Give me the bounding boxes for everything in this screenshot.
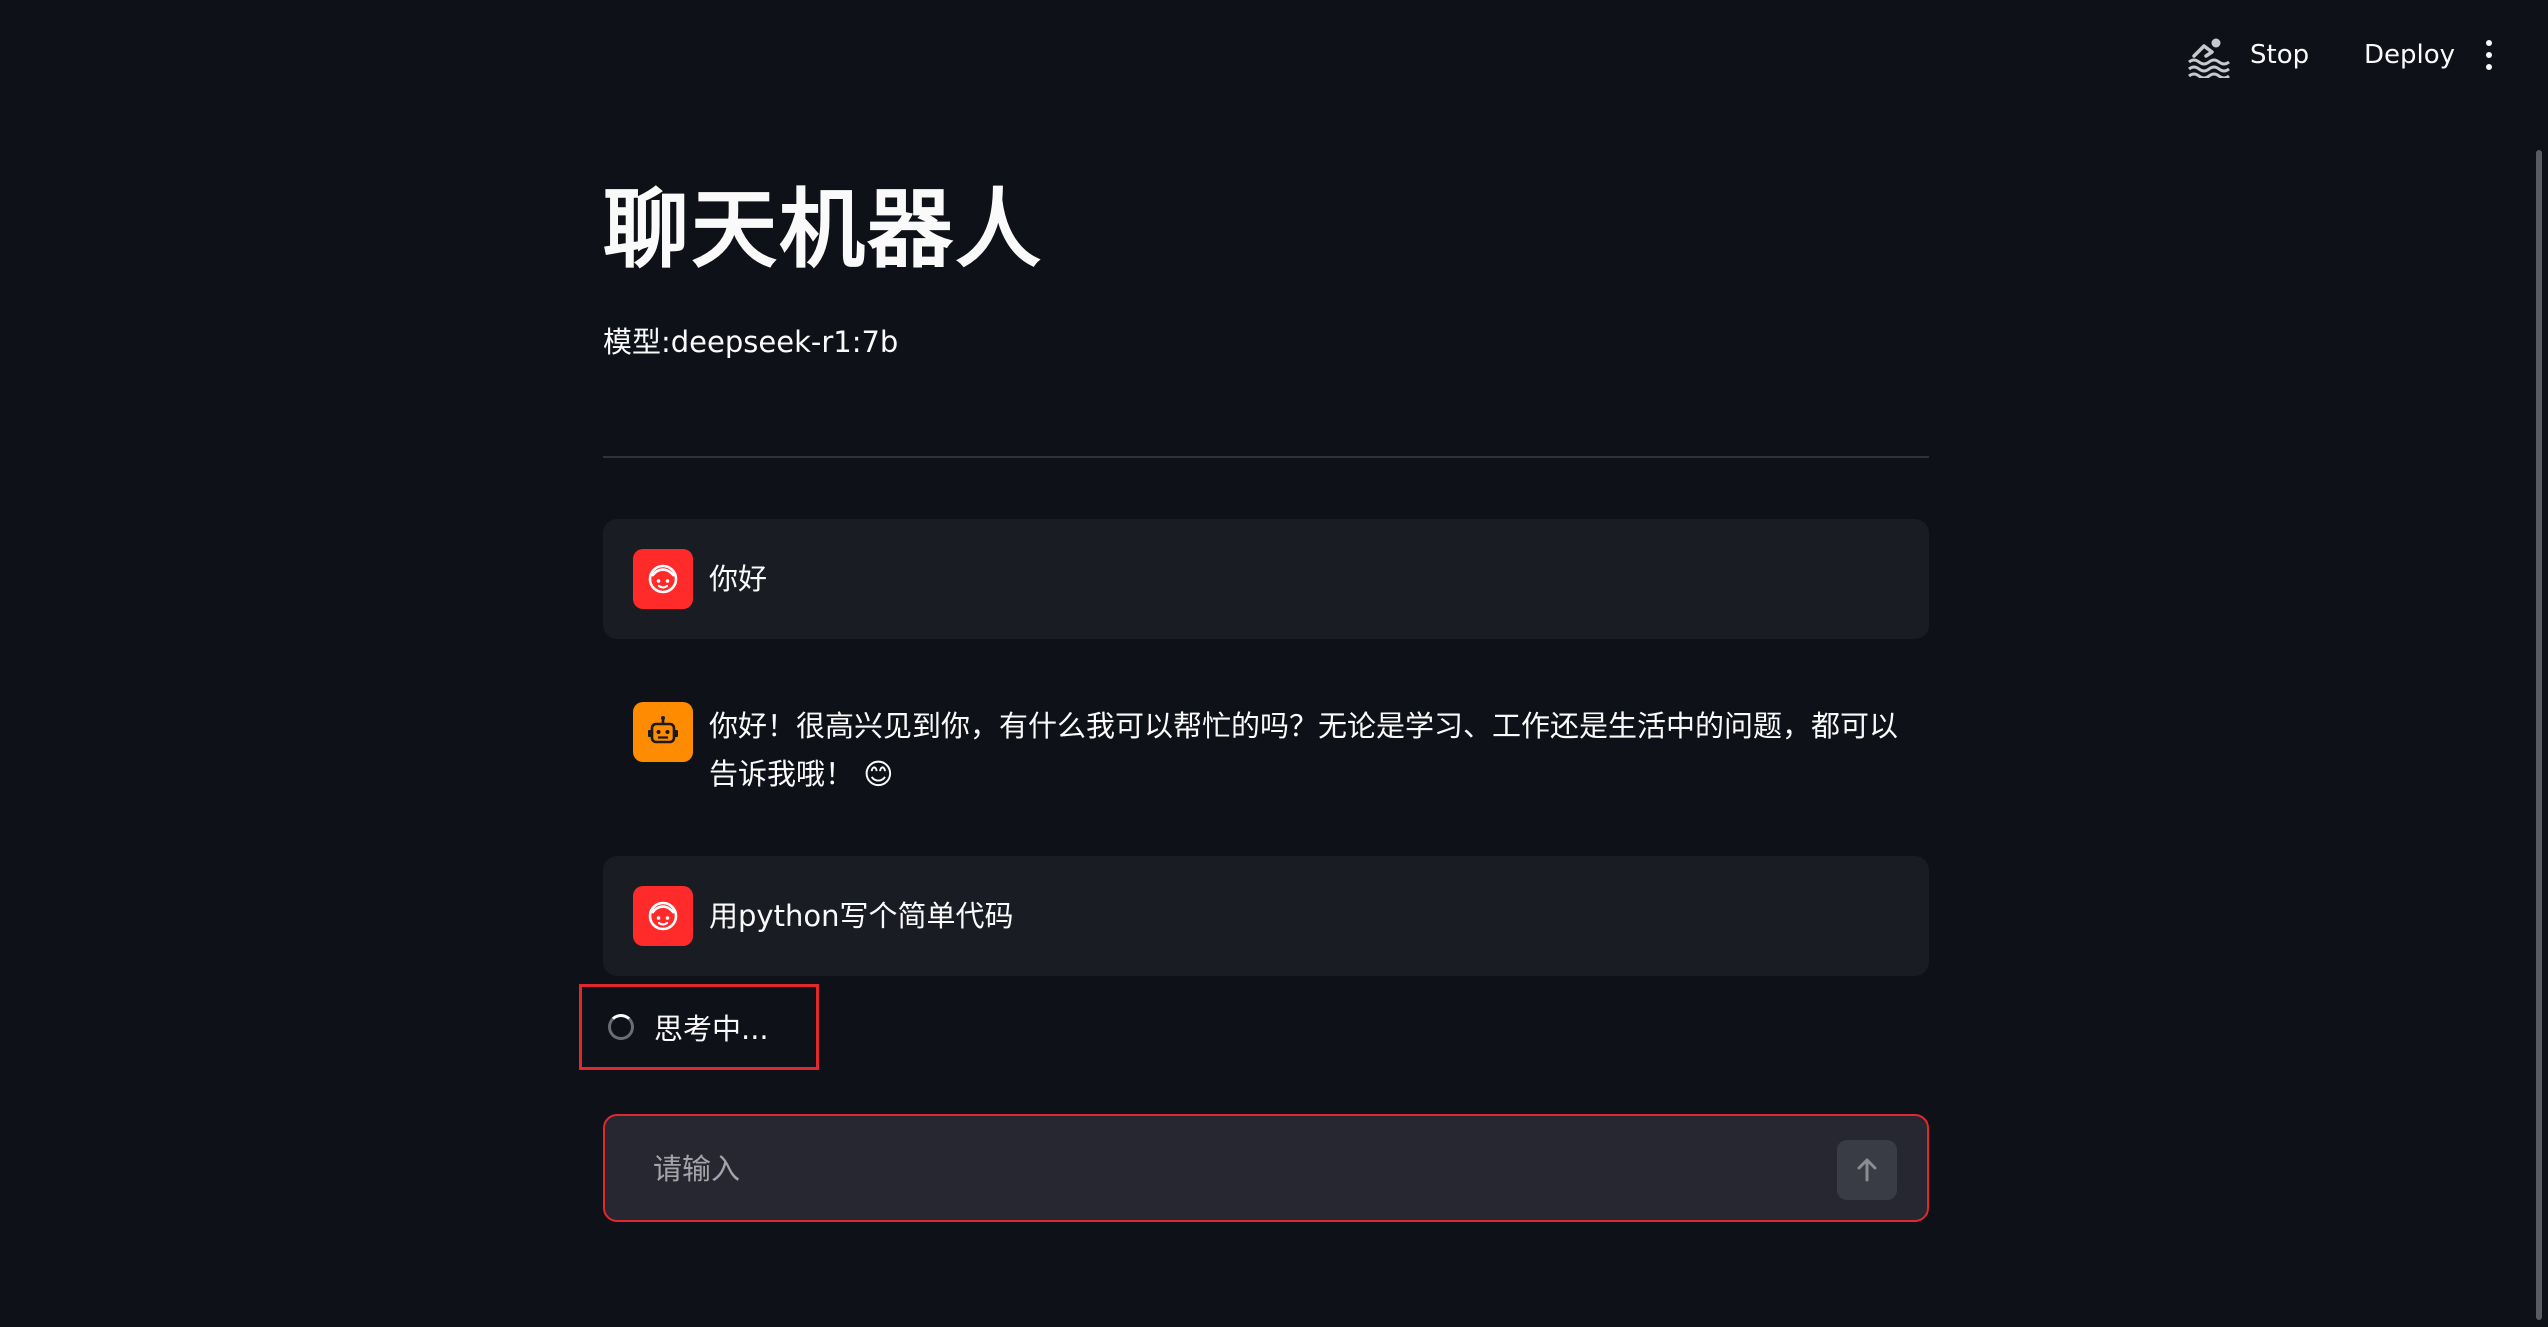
thinking-text: 思考中...: [654, 1012, 769, 1046]
swimming-person-icon: [2188, 38, 2230, 78]
arrow-up-icon: [1857, 1158, 1877, 1182]
message-text: 你好！很高兴见到你，有什么我可以帮忙的吗？无论是学习、工作还是生活中的问题，都可…: [709, 709, 1899, 791]
top-toolbar: Stop Deploy: [0, 0, 2548, 110]
model-caption: 模型:deepseek-r1:7b: [603, 325, 899, 359]
vertical-ellipsis-icon: [2486, 40, 2492, 46]
stop-button[interactable]: Stop: [2250, 30, 2309, 80]
page-scrollbar[interactable]: [2536, 150, 2542, 1320]
chat-message-user: 你好: [603, 519, 1929, 639]
user-avatar: [633, 886, 693, 946]
page-title: 聊天机器人: [603, 180, 1043, 280]
main-menu-button[interactable]: [2474, 30, 2504, 80]
loading-spinner-icon: [608, 1014, 634, 1040]
chat-message-user: 用python写个简单代码: [603, 856, 1929, 976]
user-face-icon: [648, 901, 678, 931]
divider: [603, 456, 1929, 458]
chat-input[interactable]: [651, 1116, 1785, 1222]
send-button[interactable]: [1837, 1140, 1897, 1200]
chat-input-container: [603, 1114, 1929, 1222]
deploy-button[interactable]: Deploy: [2352, 30, 2467, 80]
message-text: 你好: [709, 562, 768, 596]
assistant-avatar: [633, 702, 693, 762]
user-face-icon: [648, 564, 678, 594]
chat-message-assistant: 你好！很高兴见到你，有什么我可以帮忙的吗？无论是学习、工作还是生活中的问题，都可…: [603, 690, 1929, 810]
user-avatar: [633, 549, 693, 609]
streamlit-app: Stop Deploy 聊天机器人 模型:deepseek-r1:7b 你好 你…: [0, 0, 2548, 1327]
message-text: 用python写个简单代码: [709, 899, 1014, 933]
robot-face-icon: [648, 716, 678, 744]
thinking-status: 思考中...: [579, 984, 819, 1070]
